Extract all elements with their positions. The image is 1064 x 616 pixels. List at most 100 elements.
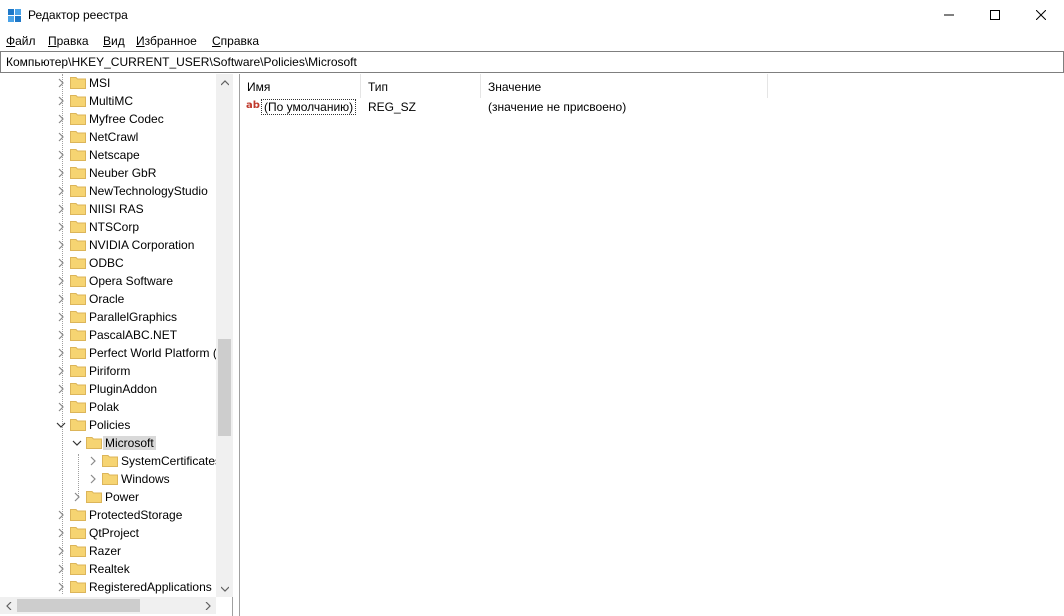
chevron-right-icon[interactable]: [54, 382, 68, 396]
folder-icon: [70, 419, 86, 431]
scroll-down-arrow[interactable]: [216, 580, 233, 597]
chevron-down-icon[interactable]: [70, 436, 84, 450]
tree-item-label: NIISI RAS: [89, 202, 144, 216]
tree-item[interactable]: PluginAddon: [0, 380, 220, 398]
chevron-right-icon[interactable]: [54, 508, 68, 522]
menu-help[interactable]: Справка: [212, 34, 259, 48]
tree-item[interactable]: ParallelGraphics: [0, 308, 220, 326]
list-item[interactable]: ab (По умолчанию) REG_SZ (значение не пр…: [240, 98, 1060, 116]
tree-item[interactable]: Realtek: [0, 560, 220, 578]
key-tree[interactable]: MSI MultiMC Myfree Codec NetCrawl Netscape Ne…: [0, 74, 233, 616]
tree-item-label: Realtek: [89, 562, 130, 576]
menu-view[interactable]: Вид: [103, 34, 125, 48]
folder-icon: [70, 383, 86, 395]
tree-item[interactable]: Opera Software: [0, 272, 220, 290]
tree-item[interactable]: NIISI RAS: [0, 200, 220, 218]
chevron-right-icon[interactable]: [86, 472, 100, 486]
chevron-right-icon[interactable]: [54, 562, 68, 576]
chevron-right-icon[interactable]: [54, 184, 68, 198]
folder-icon: [70, 149, 86, 161]
tree-item[interactable]: PascalABC.NET: [0, 326, 220, 344]
folder-icon: [70, 509, 86, 521]
menu-file[interactable]: Файл: [6, 34, 36, 48]
tree-item[interactable]: NTSCorp: [0, 218, 220, 236]
tree-item[interactable]: Policies: [0, 416, 220, 434]
tree-item[interactable]: Oracle: [0, 290, 220, 308]
chevron-right-icon[interactable]: [54, 220, 68, 234]
tree-item-label: Polak: [89, 400, 120, 414]
close-button[interactable]: [1018, 0, 1064, 30]
address-bar[interactable]: Компьютер\HKEY_CURRENT_USER\Software\Pol…: [0, 51, 1064, 73]
tree-item-label: NewTechnologyStudio: [89, 184, 208, 198]
tree-item[interactable]: RegisteredApplications: [0, 578, 220, 596]
scroll-up-arrow[interactable]: [216, 74, 233, 91]
tree-item[interactable]: MSI: [0, 74, 220, 92]
folder-icon: [70, 275, 86, 287]
tree-item[interactable]: ODBC: [0, 254, 220, 272]
tree-item[interactable]: NetCrawl: [0, 128, 220, 146]
tree-item[interactable]: NVIDIA Corporation: [0, 236, 220, 254]
chevron-right-icon[interactable]: [54, 76, 68, 90]
tree-item[interactable]: Myfree Codec: [0, 110, 220, 128]
tree-item[interactable]: Microsoft: [0, 434, 220, 452]
maximize-button[interactable]: [972, 0, 1018, 30]
tree-item[interactable]: Power: [0, 488, 220, 506]
chevron-right-icon[interactable]: [54, 238, 68, 252]
chevron-right-icon[interactable]: [54, 346, 68, 360]
tree-item-label: PascalABC.NET: [89, 328, 178, 342]
chevron-right-icon[interactable]: [54, 292, 68, 306]
chevron-right-icon[interactable]: [54, 166, 68, 180]
menu-favorites[interactable]: Избранное: [136, 34, 197, 48]
tree-item[interactable]: Polak: [0, 398, 220, 416]
chevron-right-icon[interactable]: [54, 256, 68, 270]
tree-horizontal-scrollbar[interactable]: [0, 597, 216, 614]
chevron-right-icon[interactable]: [54, 400, 68, 414]
chevron-right-icon[interactable]: [54, 148, 68, 162]
folder-icon: [70, 185, 86, 197]
scroll-left-arrow[interactable]: [0, 597, 17, 614]
tree-item[interactable]: SystemCertificates: [0, 452, 222, 470]
chevron-right-icon[interactable]: [54, 310, 68, 324]
vertical-scroll-thumb[interactable]: [218, 339, 231, 436]
scroll-right-arrow[interactable]: [199, 597, 216, 614]
value-name[interactable]: (По умолчанию): [261, 99, 357, 115]
folder-icon: [70, 401, 86, 413]
column-header-name[interactable]: Имя: [240, 74, 361, 98]
chevron-right-icon[interactable]: [54, 130, 68, 144]
column-header-value[interactable]: Значение: [481, 74, 768, 98]
chevron-right-icon[interactable]: [54, 274, 68, 288]
chevron-right-icon[interactable]: [54, 94, 68, 108]
chevron-right-icon[interactable]: [54, 364, 68, 378]
tree-item[interactable]: Piriform: [0, 362, 220, 380]
tree-item[interactable]: Windows: [0, 470, 220, 488]
window-title: Редактор реестра: [28, 8, 128, 22]
menu-edit[interactable]: Правка: [48, 34, 89, 48]
chevron-down-icon[interactable]: [54, 418, 68, 432]
chevron-right-icon[interactable]: [54, 112, 68, 126]
tree-item[interactable]: Razer: [0, 542, 220, 560]
tree-item-label: SystemCertificates: [121, 454, 222, 468]
minimize-button[interactable]: [926, 0, 972, 30]
values-list[interactable]: Имя Тип Значение ab (По умолчанию) REG_S…: [239, 74, 1064, 616]
chevron-right-icon[interactable]: [54, 544, 68, 558]
tree-item[interactable]: Perfect World Platform (: [0, 344, 220, 362]
value-type: REG_SZ: [368, 100, 417, 114]
chevron-right-icon[interactable]: [54, 526, 68, 540]
chevron-right-icon[interactable]: [70, 490, 84, 504]
tree-item[interactable]: NewTechnologyStudio: [0, 182, 220, 200]
folder-icon: [70, 131, 86, 143]
tree-item[interactable]: QtProject: [0, 524, 220, 542]
chevron-right-icon[interactable]: [86, 454, 100, 468]
tree-item[interactable]: ProtectedStorage: [0, 506, 220, 524]
tree-item[interactable]: MultiMC: [0, 92, 220, 110]
chevron-right-icon[interactable]: [54, 328, 68, 342]
tree-item[interactable]: Netscape: [0, 146, 220, 164]
address-path[interactable]: Компьютер\HKEY_CURRENT_USER\Software\Pol…: [6, 55, 357, 69]
column-header-type[interactable]: Тип: [361, 74, 481, 98]
tree-item[interactable]: Neuber GbR: [0, 164, 220, 182]
horizontal-scroll-thumb[interactable]: [17, 599, 140, 612]
tree-item-label: Oracle: [89, 292, 125, 306]
chevron-right-icon[interactable]: [54, 580, 68, 594]
chevron-right-icon[interactable]: [54, 202, 68, 216]
tree-vertical-scrollbar[interactable]: [216, 74, 233, 597]
